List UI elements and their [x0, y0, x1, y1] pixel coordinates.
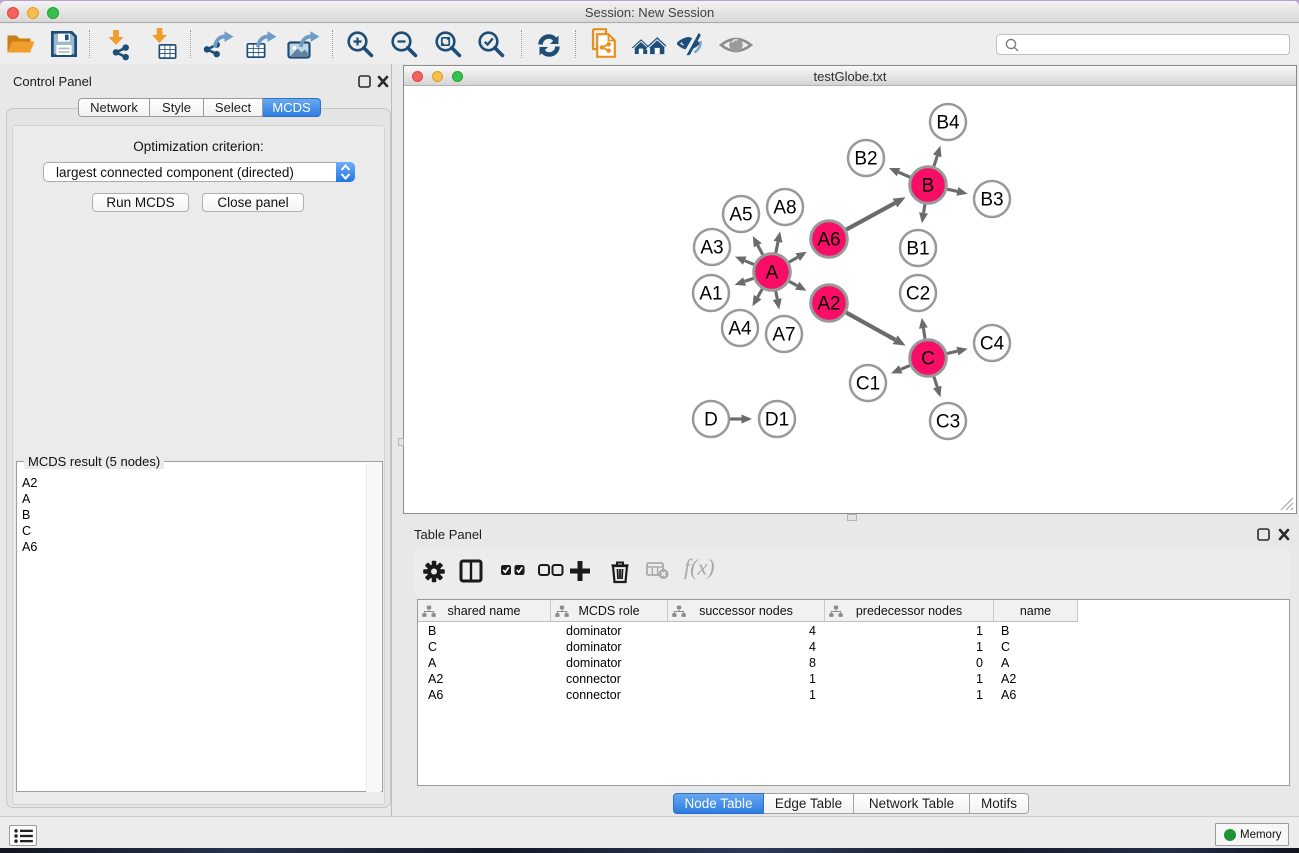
- svg-text:C4: C4: [980, 334, 1005, 355]
- svg-text:C2: C2: [906, 284, 930, 305]
- svg-text:B1: B1: [906, 239, 929, 260]
- svg-text:A3: A3: [700, 238, 723, 259]
- svg-text:D: D: [704, 410, 718, 431]
- svg-text:C: C: [921, 349, 935, 370]
- svg-text:A1: A1: [699, 284, 722, 305]
- svg-text:A6: A6: [817, 230, 840, 251]
- svg-text:B3: B3: [980, 190, 1003, 211]
- svg-text:B2: B2: [854, 149, 877, 170]
- svg-text:B4: B4: [936, 113, 960, 134]
- svg-text:D1: D1: [765, 410, 789, 431]
- svg-text:C1: C1: [856, 374, 880, 395]
- svg-text:A8: A8: [773, 198, 796, 219]
- svg-text:A4: A4: [728, 319, 752, 340]
- svg-text:f(x): f(x): [684, 556, 715, 580]
- svg-text:A2: A2: [817, 294, 840, 315]
- svg-text:A7: A7: [772, 325, 795, 346]
- svg-text:A5: A5: [729, 205, 752, 226]
- svg-text:B: B: [922, 176, 935, 197]
- svg-text:C3: C3: [936, 412, 960, 433]
- svg-text:A: A: [766, 263, 779, 284]
